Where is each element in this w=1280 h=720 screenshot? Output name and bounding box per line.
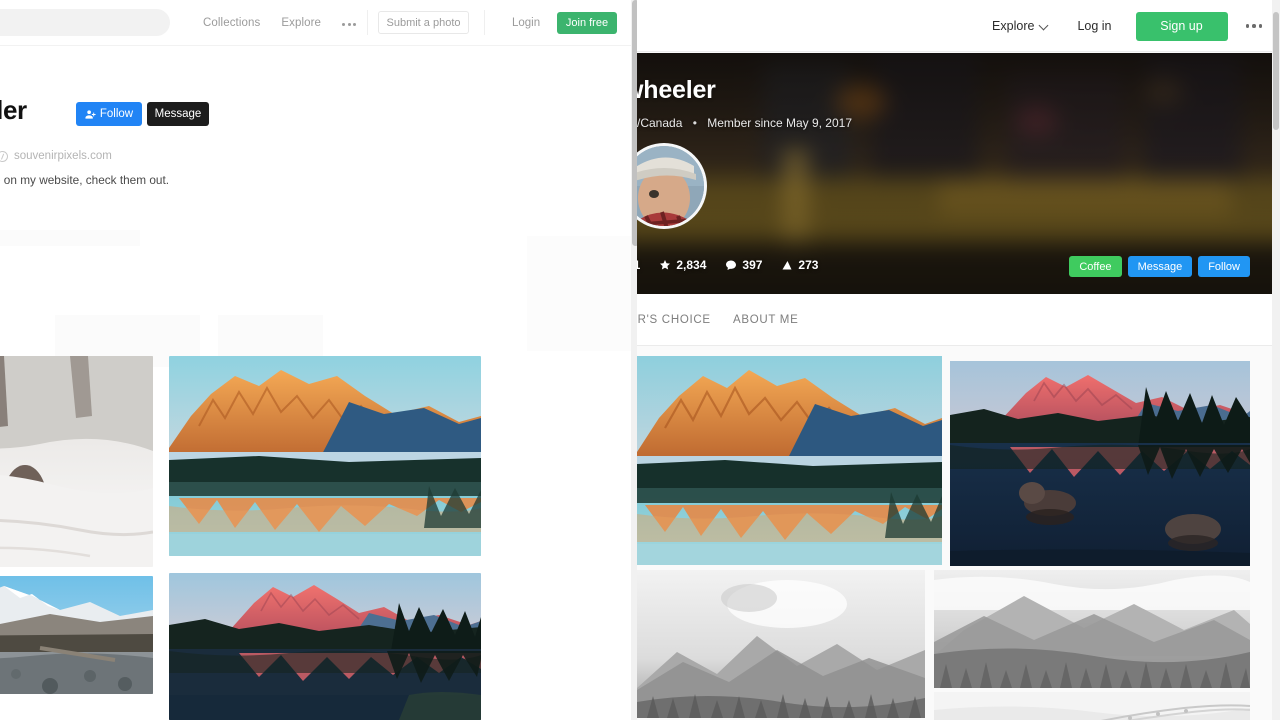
link-icon [0,150,8,162]
photo-card[interactable] [934,570,1250,688]
coffee-button[interactable]: Coffee [1069,256,1122,277]
photo-thumbnail [0,576,153,694]
profile-stats: 61 2,834 397 [637,258,818,272]
photo-thumbnail [0,356,153,567]
signup-button[interactable]: Sign up [1135,11,1228,41]
follow-button-label: Follow [99,108,134,120]
photo-card[interactable] [0,356,153,567]
nav-item-collections[interactable]: Collections [203,17,260,29]
photo-card[interactable] [0,576,153,694]
profile-meta: s/Canada • Member since May 9, 2017 [637,116,852,130]
meta-separator: • [692,116,697,130]
left-browser-panel: Collections Explore Submit a photo Login… [0,0,631,720]
right-browser-panel: Explore Log in Sign up heeler /Canada • … [637,0,1280,720]
left-primary-nav: Collections Explore [203,0,357,46]
nav-item-explore[interactable]: Explore [978,19,1063,33]
message-button[interactable]: Message [1127,256,1193,277]
photo-card[interactable] [934,692,1250,720]
profile-name: wheeler [637,76,716,104]
photo-card[interactable] [169,573,481,720]
stat-comments: 397 [725,258,762,272]
photo-thumbnail [637,570,925,718]
profile-website[interactable]: souvenirpixels.com [0,150,112,162]
photo-card[interactable] [637,570,925,718]
follow-button[interactable]: Follow [1198,256,1250,277]
star-icon [659,259,671,271]
search-input[interactable] [0,9,170,36]
stat-likes: 2,834 [659,258,706,272]
join-free-button[interactable]: Join free [557,12,617,34]
stat-photos-value: 273 [798,258,819,272]
submit-photo-button[interactable]: Submit a photo [378,11,469,34]
profile-member-since: Member since May 9, 2017 [707,116,852,130]
stat-comments-value: 397 [742,258,763,272]
photo-thumbnail [934,692,1250,720]
nav-item-explore[interactable]: Explore [281,17,321,29]
stat-likes-value: 2,834 [676,258,707,272]
scrollbar-thumb[interactable] [1273,12,1279,130]
header-divider [367,10,368,35]
ellipsis-icon[interactable] [342,21,357,26]
right-site-header: Explore Log in Sign up [637,0,1280,52]
right-panel-scrollbar[interactable] [1272,0,1280,720]
stat-views-value: 61 [637,258,641,272]
profile-location: s/Canada [637,116,683,130]
chart-icon [781,259,793,271]
login-link[interactable]: Login [512,0,540,46]
photo-thumbnail [934,570,1250,688]
nav-explore-label: Explore [992,19,1035,33]
message-button[interactable]: Message [147,102,209,126]
photo-card[interactable] [637,356,942,565]
photo-card[interactable] [169,356,481,556]
ghost-block [527,236,631,351]
profile-name: eeler [0,95,27,125]
photo-thumbnail [169,356,481,556]
header-divider-2 [484,10,485,35]
profile-tabs: OR'S CHOICE ABOUT ME [637,294,1280,346]
chevron-down-icon [1040,22,1049,31]
photo-thumbnail [637,356,942,565]
left-site-header: Collections Explore Submit a photo Login… [0,0,631,46]
profile-website-label: souvenirpixels.com [14,150,112,162]
person-add-icon [85,109,96,120]
comment-icon [725,259,737,271]
login-link[interactable]: Log in [1063,19,1125,33]
right-primary-nav: Explore Log in Sign up [978,0,1270,52]
follow-button[interactable]: Follow [76,102,142,126]
profile-cover: wheeler s/Canada • Member since May 9, 2… [637,53,1280,294]
screenshot-stage: Collections Explore Submit a photo Login… [0,0,1280,720]
ghost-block [0,230,140,246]
tab-editors-choice[interactable]: OR'S CHOICE [637,294,711,346]
photo-thumbnail [169,573,481,720]
ellipsis-icon[interactable] [1238,24,1271,28]
stat-photos: 273 [781,258,818,272]
stat-views: 61 [637,258,640,272]
profile-actions: Coffee Message Follow [1069,256,1250,277]
profile-bio: lots more on my website, check them out. [0,173,170,187]
tab-about-me[interactable]: ABOUT ME [733,294,798,346]
avatar[interactable] [637,143,707,229]
photo-thumbnail [950,361,1250,566]
photo-card[interactable] [950,361,1250,566]
